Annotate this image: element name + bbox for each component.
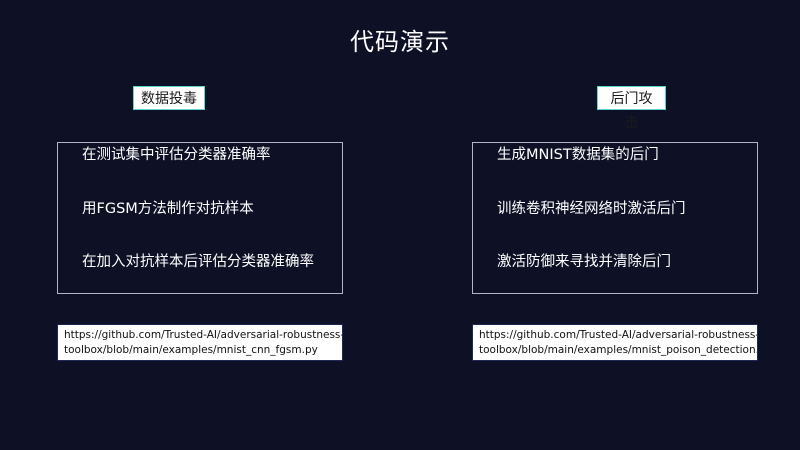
left-link-box[interactable]: https://github.com/Trusted-AI/adversaria… (57, 324, 343, 361)
slide-title: 代码演示 (350, 28, 450, 56)
tag-data-poisoning: 数据投毒 (133, 86, 205, 110)
tag-backdoor-attack: 后门攻击 (597, 86, 666, 131)
left-step-2: 用FGSM方法制作对抗样本 (82, 201, 254, 217)
right-step-2: 训练卷积神经网络时激活后门 (497, 201, 686, 217)
left-step-1: 在测试集中评估分类器准确率 (82, 147, 271, 163)
right-steps-panel: 生成MNIST数据集的后门 训练卷积神经网络时激活后门 激活防御来寻找并清除后门 (472, 142, 758, 294)
right-link-line-1[interactable]: https://github.com/Trusted-AI/adversaria… (479, 328, 757, 343)
right-step-3: 激活防御来寻找并清除后门 (497, 254, 671, 270)
left-link-line-1[interactable]: https://github.com/Trusted-AI/adversaria… (64, 328, 342, 343)
left-link-line-2[interactable]: toolbox/blob/main/examples/mnist_cnn_fgs… (64, 343, 336, 358)
right-link-line-2[interactable]: toolbox/blob/main/examples/mnist_poison_… (479, 343, 757, 358)
right-link-box[interactable]: https://github.com/Trusted-AI/adversaria… (472, 324, 758, 361)
left-step-3: 在加入对抗样本后评估分类器准确率 (82, 254, 314, 270)
right-step-1: 生成MNIST数据集的后门 (497, 147, 659, 163)
left-steps-panel: 在测试集中评估分类器准确率 用FGSM方法制作对抗样本 在加入对抗样本后评估分类… (57, 142, 343, 294)
